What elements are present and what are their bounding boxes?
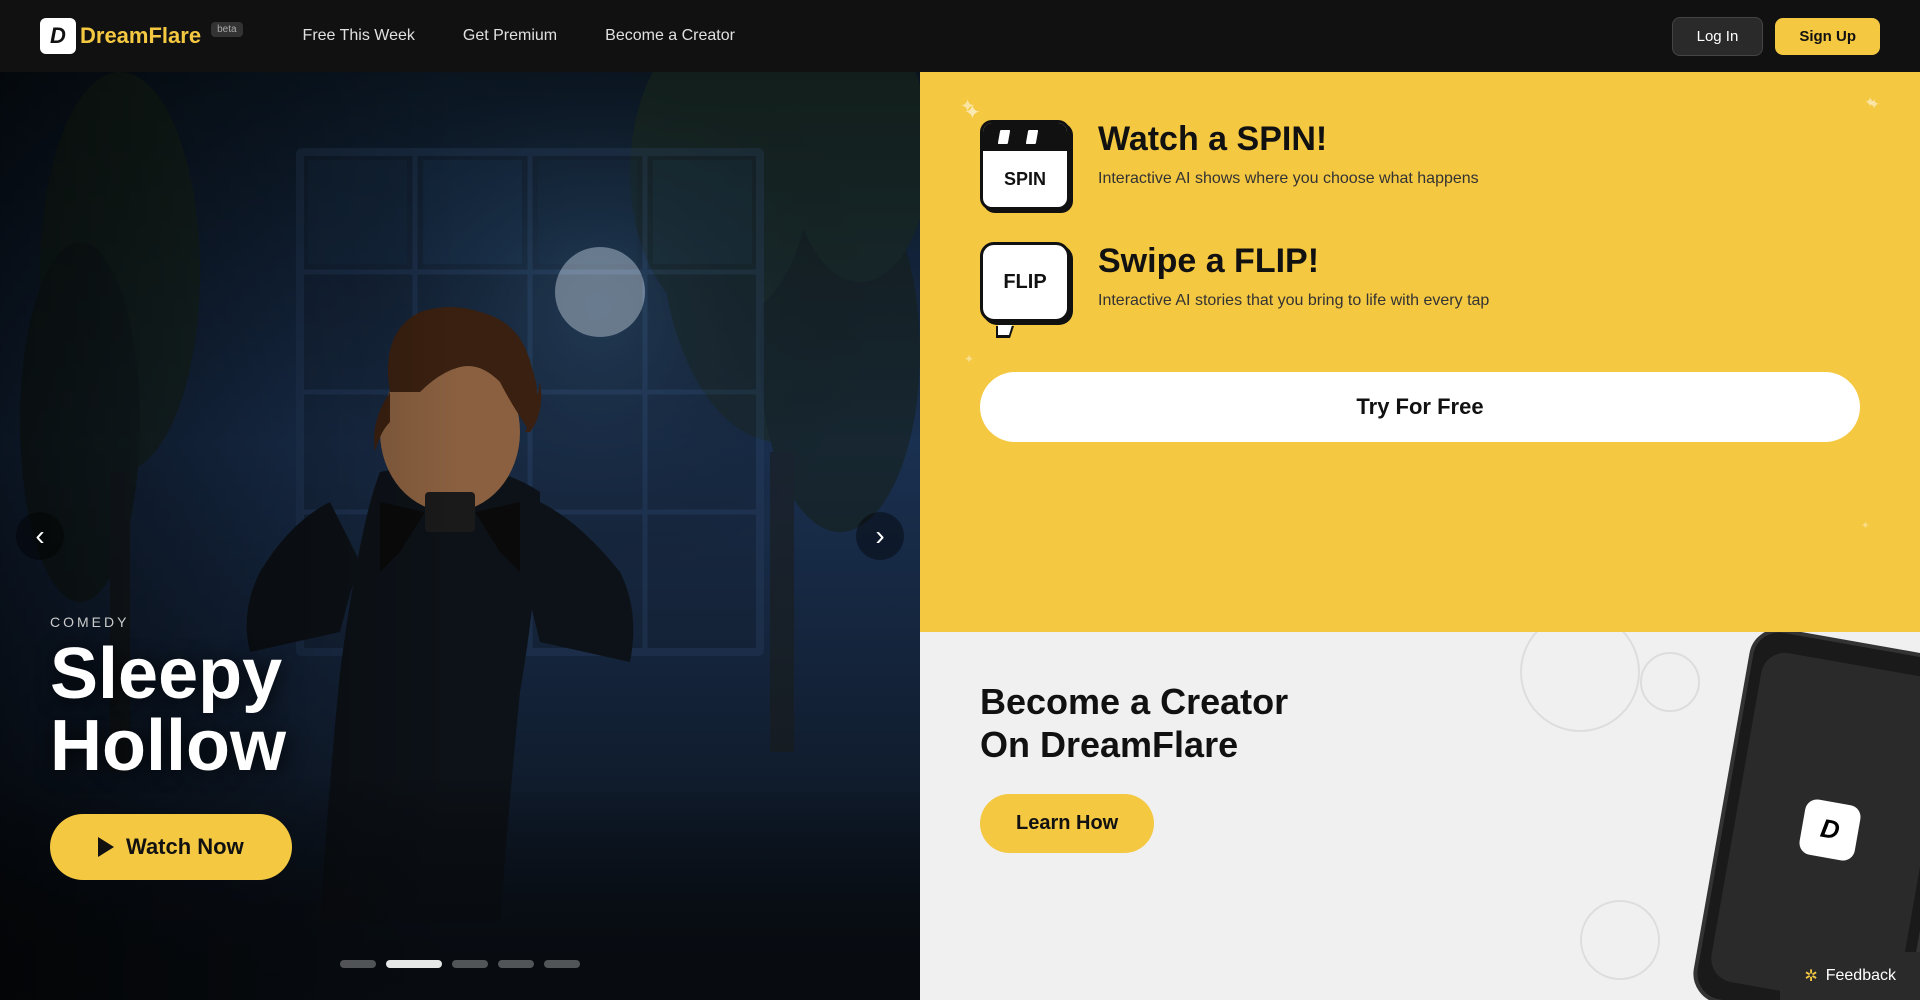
watch-now-label: Watch Now: [126, 834, 244, 860]
hero-title-line2: Hollow: [50, 706, 286, 786]
nav-links: Free This Week Get Premium Become a Crea…: [303, 27, 1672, 45]
spin-badge: SPIN: [980, 120, 1070, 210]
creator-panel: Become a Creator On DreamFlare Learn How…: [920, 632, 1920, 1000]
nav-become-creator-link[interactable]: Become a Creator: [605, 27, 735, 44]
clapboard-icon: SPIN: [980, 120, 1070, 210]
stripe-3: [1026, 130, 1038, 144]
deco-star-mid: ✦: [964, 352, 974, 366]
spin-item: SPIN Watch a SPIN! Interactive AI shows …: [980, 120, 1860, 210]
carousel-dot-2[interactable]: [386, 960, 442, 968]
flip-desc: Interactive AI stories that you bring to…: [1098, 289, 1489, 313]
clapboard-top: [983, 123, 1067, 151]
bubble-tail-inner: [998, 325, 1012, 335]
nav-get-premium-link[interactable]: Get Premium: [463, 27, 557, 44]
flip-item: FLIP Swipe a FLIP! Interactive AI storie…: [980, 242, 1860, 332]
stripe-1: [998, 130, 1010, 144]
phone-mockup: D: [1689, 632, 1920, 1000]
spin-title: Watch a SPIN!: [1098, 120, 1479, 159]
carousel-dot-5[interactable]: [544, 960, 580, 968]
try-free-button[interactable]: Try For Free: [980, 372, 1860, 442]
next-arrow-icon: ›: [875, 520, 884, 552]
phone-content: D: [1798, 798, 1863, 863]
carousel-dot-4[interactable]: [498, 960, 534, 968]
deco-circle-3: [1580, 900, 1660, 980]
hero-genre: COMEDY: [50, 614, 292, 630]
deco-star-br: ✦: [1861, 519, 1870, 532]
nav-free-this-week-link[interactable]: Free This Week: [303, 27, 415, 44]
deco-star-tl: ✦: [964, 100, 981, 125]
carousel-dots: [340, 960, 580, 968]
main-content: ‹ COMEDY Sleepy Hollow Watch Now ›: [0, 72, 1920, 1000]
flip-bubble-body: FLIP: [980, 242, 1070, 322]
flip-title: Swipe a FLIP!: [1098, 242, 1489, 281]
stripe-4: [1040, 130, 1052, 144]
deco-star-tr: ✦: [1864, 94, 1876, 111]
learn-how-button[interactable]: Learn How: [980, 794, 1154, 853]
hero-content: COMEDY Sleepy Hollow Watch Now: [50, 614, 292, 880]
hero-section: ‹ COMEDY Sleepy Hollow Watch Now ›: [0, 72, 920, 1000]
creator-title: Become a Creator On DreamFlare: [980, 680, 1380, 766]
feedback-button[interactable]: ✲ Feedback: [1780, 952, 1920, 1000]
logo-name: DreamFlare: [80, 23, 201, 48]
login-button[interactable]: Log In: [1672, 17, 1764, 56]
hero-title-line1: Sleepy: [50, 634, 282, 714]
creator-title-line2: On DreamFlare: [980, 724, 1238, 765]
flip-badge: FLIP: [980, 242, 1070, 332]
deco-circle-2: [1640, 652, 1700, 712]
right-panels: ✦ ✦ ✦ ✦ SPIN: [920, 72, 1920, 1000]
feedback-label: Feedback: [1826, 967, 1896, 985]
carousel-prev-button[interactable]: ‹: [16, 512, 64, 560]
beta-badge: beta: [211, 22, 242, 37]
nav-get-premium[interactable]: Get Premium: [463, 27, 557, 45]
signup-button[interactable]: Sign Up: [1775, 18, 1880, 55]
carousel-dot-1[interactable]: [340, 960, 376, 968]
navbar: D DreamFlare beta Free This Week Get Pre…: [0, 0, 1920, 72]
flip-speech-bubble: FLIP: [980, 242, 1070, 332]
phone-app-icon: D: [1798, 798, 1863, 863]
logo[interactable]: D DreamFlare beta: [40, 18, 243, 54]
spin-label-text: SPIN: [983, 151, 1067, 207]
logo-text: DreamFlare: [80, 23, 201, 49]
spin-desc: Interactive AI shows where you choose wh…: [1098, 167, 1479, 191]
logo-icon: D: [40, 18, 76, 54]
hero-title: Sleepy Hollow: [50, 638, 292, 782]
deco-circle-1: [1520, 632, 1640, 732]
flip-text: Swipe a FLIP! Interactive AI stories tha…: [1098, 242, 1489, 313]
carousel-dot-3[interactable]: [452, 960, 488, 968]
stripe-2: [1012, 130, 1024, 144]
feedback-star-icon: ✲: [1804, 966, 1817, 986]
prev-arrow-icon: ‹: [35, 520, 44, 552]
creator-title-line1: Become a Creator: [980, 681, 1288, 722]
carousel-next-button[interactable]: ›: [856, 512, 904, 560]
nav-become-creator[interactable]: Become a Creator: [605, 27, 735, 45]
watch-now-button[interactable]: Watch Now: [50, 814, 292, 880]
phone-screen: D: [1707, 649, 1920, 1000]
spin-text: Watch a SPIN! Interactive AI shows where…: [1098, 120, 1479, 191]
nav-free-this-week[interactable]: Free This Week: [303, 27, 415, 45]
play-icon: [98, 837, 114, 857]
spin-flip-panel: ✦ ✦ ✦ ✦ SPIN: [920, 72, 1920, 632]
nav-actions: Log In Sign Up: [1672, 17, 1880, 56]
